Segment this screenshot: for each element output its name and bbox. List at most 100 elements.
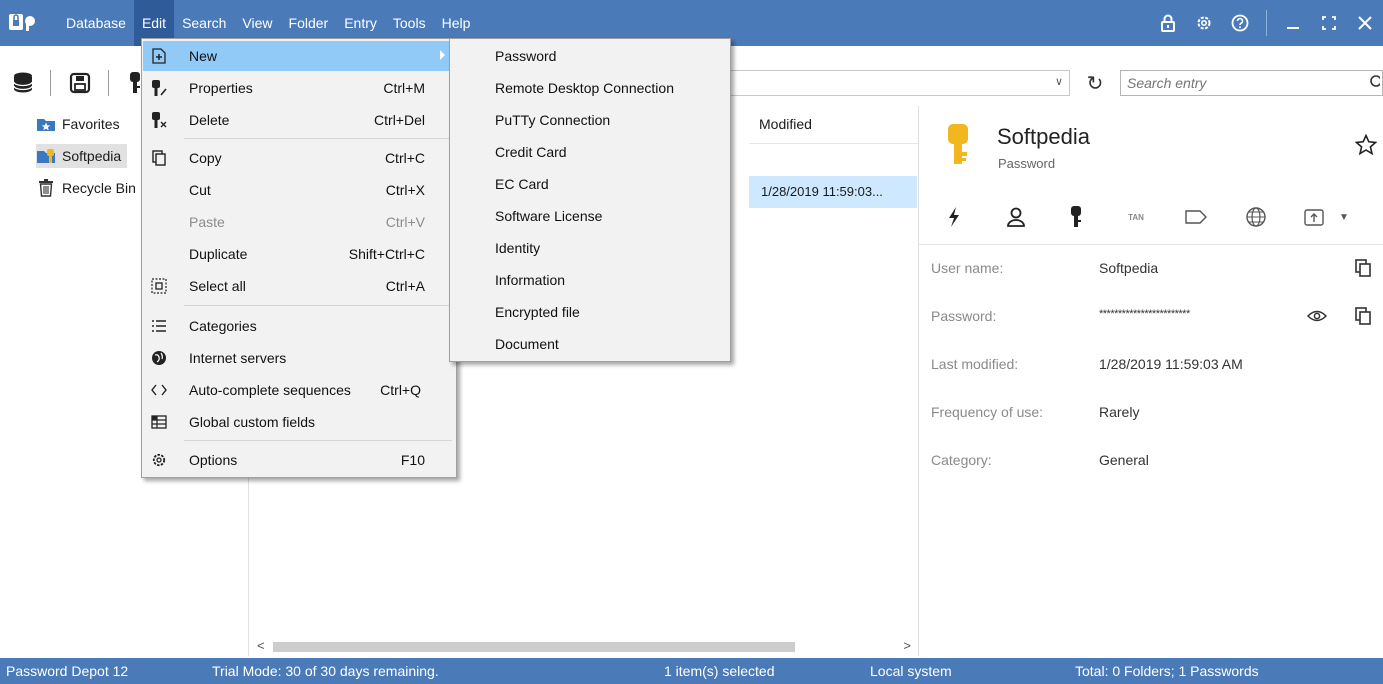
- close-icon[interactable]: [1347, 0, 1383, 46]
- new-menu-item-password[interactable]: Password: [451, 41, 729, 71]
- auto-type-bolt-icon[interactable]: [941, 204, 967, 230]
- status-app-name: Password Depot 12: [6, 663, 129, 679]
- new-menu-item-putty[interactable]: PuTTy Connection: [451, 105, 729, 135]
- database-icon[interactable]: [8, 68, 38, 98]
- maximize-icon[interactable]: [1311, 0, 1347, 46]
- search-icon[interactable]: [1368, 74, 1380, 92]
- toolbar-divider: [50, 70, 51, 96]
- globe-icon[interactable]: [1243, 204, 1269, 230]
- recycle-bin-icon: [36, 179, 56, 197]
- user-icon[interactable]: [1003, 204, 1029, 230]
- menu-item-options[interactable]: Options F10: [143, 445, 455, 475]
- favorites-folder-icon: [36, 115, 56, 133]
- menu-item-delete[interactable]: Delete Ctrl+Del: [143, 105, 455, 135]
- tree-item-recycle-bin[interactable]: Recycle Bin: [36, 176, 136, 200]
- horizontal-scrollbar[interactable]: < >: [249, 636, 919, 656]
- tan-icon[interactable]: TAN: [1123, 204, 1149, 230]
- key-delete-icon: [151, 112, 167, 128]
- copy-icon[interactable]: [1353, 306, 1373, 326]
- status-total: Total: 0 Folders; 1 Passwords: [1075, 663, 1259, 679]
- export-icon[interactable]: [1301, 204, 1327, 230]
- menu-item-paste: Paste Ctrl+V: [189, 214, 425, 230]
- new-menu-item-information[interactable]: Information: [451, 265, 729, 295]
- column-header-modified[interactable]: Modified: [749, 106, 919, 144]
- new-menu-item-encrypted-file[interactable]: Encrypted file: [451, 297, 729, 327]
- save-icon[interactable]: [65, 68, 95, 98]
- menu-item-internet-servers[interactable]: Internet servers: [143, 343, 455, 373]
- new-menu-item-identity[interactable]: Identity: [451, 233, 729, 263]
- new-menu-item-software-license[interactable]: Software License: [451, 201, 729, 231]
- new-menu-item-remote-desktop[interactable]: Remote Desktop Connection: [451, 73, 729, 103]
- tag-icon[interactable]: [1183, 204, 1209, 230]
- folder-combo[interactable]: ∨: [720, 70, 1070, 96]
- menu-item-properties[interactable]: Properties Ctrl+M: [143, 73, 455, 103]
- status-bar: Password Depot 12 Trial Mode: 30 of 30 d…: [0, 658, 1383, 684]
- field-label-category: Category:: [931, 452, 992, 468]
- menu-item-select-all[interactable]: Select all Ctrl+A: [143, 271, 455, 301]
- window-controls-divider: [1266, 10, 1267, 36]
- refresh-icon[interactable]: ↻: [1083, 70, 1107, 96]
- menu-item-global-custom-fields[interactable]: Global custom fields: [143, 407, 455, 437]
- new-menu-item-document[interactable]: Document: [451, 329, 729, 359]
- table-row[interactable]: 1/28/2019 11:59:03...: [749, 176, 917, 208]
- password-key-icon: [948, 124, 968, 164]
- new-menu-item-credit-card[interactable]: Credit Card: [451, 137, 729, 167]
- chevron-down-icon: ∨: [1054, 76, 1063, 88]
- row-modified-cell: 1/28/2019 11:59:03...: [761, 184, 883, 199]
- menu-separator: [184, 305, 452, 306]
- menu-separator: [184, 440, 452, 441]
- status-selected: 1 item(s) selected: [664, 663, 775, 679]
- field-value-category: General: [1099, 452, 1149, 468]
- detail-pane: Softpedia Password TAN ▼ User name: Soft…: [918, 106, 1383, 656]
- tree-item-favorites[interactable]: Favorites: [36, 112, 120, 136]
- submenu-arrow-icon: [440, 50, 445, 60]
- star-icon[interactable]: [1355, 134, 1377, 156]
- field-value-password: ************************: [1099, 308, 1190, 320]
- key-edit-icon: [151, 80, 167, 96]
- scrollbar-thumb[interactable]: [273, 642, 795, 652]
- menu-item-categories[interactable]: Categories: [143, 311, 455, 341]
- status-trial: Trial Mode: 30 of 30 days remaining.: [212, 663, 439, 679]
- copy-icon[interactable]: [1353, 258, 1373, 278]
- menu-item-new[interactable]: New: [143, 41, 455, 71]
- search-input[interactable]: [1121, 71, 1341, 95]
- settings-gear-icon[interactable]: [1186, 0, 1222, 46]
- password-key-action-icon[interactable]: [1063, 204, 1089, 230]
- list-icon: [151, 318, 167, 334]
- new-menu-item-ec-card[interactable]: EC Card: [451, 169, 729, 199]
- lock-icon[interactable]: [1150, 0, 1186, 46]
- search-box: [1120, 70, 1383, 96]
- new-submenu: Password Remote Desktop Connection PuTTy…: [449, 38, 731, 362]
- scroll-right-icon[interactable]: >: [903, 638, 911, 653]
- code-brackets-icon: [151, 382, 167, 398]
- field-label-password: Password:: [931, 308, 997, 324]
- entry-action-bar: TAN ▼: [919, 198, 1383, 234]
- menu-database[interactable]: Database: [58, 0, 134, 46]
- select-all-icon: [151, 278, 167, 294]
- field-value-frequency: Rarely: [1099, 404, 1140, 420]
- help-icon[interactable]: [1222, 0, 1258, 46]
- menu-item-cut[interactable]: Cut Ctrl+X: [143, 175, 455, 205]
- minimize-icon[interactable]: [1275, 0, 1311, 46]
- menu-item-auto-complete[interactable]: Auto-complete sequences Ctrl+Q: [143, 375, 455, 405]
- show-password-eye-icon[interactable]: [1307, 306, 1327, 326]
- tree-item-softpedia[interactable]: Softpedia: [36, 144, 128, 168]
- tree-item-label: Favorites: [62, 116, 120, 132]
- toolbar-divider: [108, 70, 109, 96]
- window-controls: [1150, 0, 1383, 46]
- chevron-down-icon[interactable]: ▼: [1331, 204, 1357, 230]
- globe-icon: [151, 350, 167, 366]
- new-entry-icon: [151, 48, 167, 64]
- folder-icon: [36, 147, 56, 165]
- field-label-username: User name:: [931, 260, 1004, 276]
- app-window: Database Edit Search View Folder Entry T…: [0, 0, 1383, 684]
- field-label-last-modified: Last modified:: [931, 356, 1019, 372]
- app-logo-icon: [9, 14, 35, 31]
- menu-item-duplicate[interactable]: Duplicate Shift+Ctrl+C: [143, 239, 455, 269]
- menu-item-copy[interactable]: Copy Ctrl+C: [143, 143, 455, 173]
- field-value-username: Softpedia: [1099, 260, 1159, 276]
- gear-icon: [151, 452, 167, 468]
- custom-fields-icon: [151, 414, 167, 430]
- edit-menu: New Properties Ctrl+M Delete Ctrl+Del Co…: [141, 38, 457, 478]
- scroll-left-icon[interactable]: <: [257, 638, 265, 653]
